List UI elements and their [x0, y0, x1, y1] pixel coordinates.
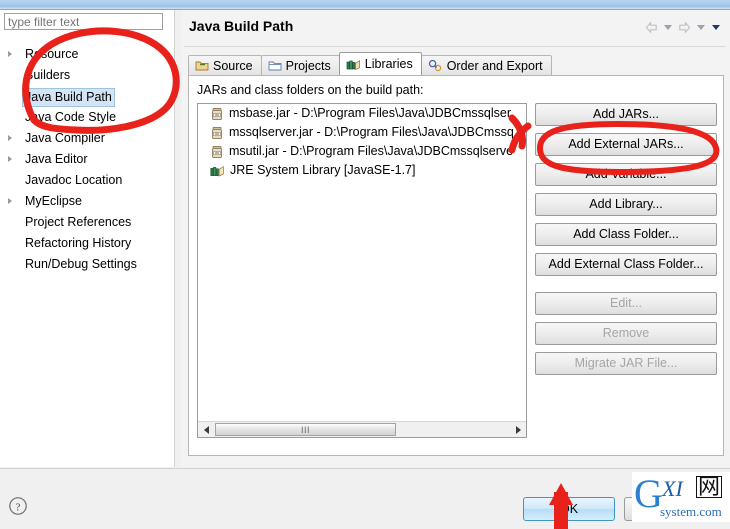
tab-label: Projects — [285, 58, 331, 73]
settings-tree[interactable]: Resource Builders Java Build Path Java Code… — [0, 44, 174, 275]
settings-sidebar: Resource Builders Java Build Path Java Code… — [0, 10, 175, 467]
tab-projects[interactable]: Projects — [260, 55, 340, 75]
view-menu-chevron-down-icon[interactable] — [712, 25, 720, 30]
sidebar-item-label: Builders — [25, 68, 71, 82]
list-item-label: mssqlserver.jar - D:\Program Files\Java\… — [229, 125, 514, 139]
svg-text:oio: oio — [215, 151, 220, 155]
ok-button[interactable]: OK — [523, 497, 615, 521]
sidebar-item-label: MyEclipse — [25, 194, 82, 208]
expand-triangle-icon[interactable] — [8, 135, 12, 141]
filter-input[interactable] — [4, 13, 163, 30]
eclipse-properties-dialog: Resource Builders Java Build Path Java Code… — [0, 0, 730, 529]
list-item-label: JRE System Library [JavaSE-1.7] — [230, 163, 416, 177]
tab-libraries[interactable]: Libraries — [338, 52, 422, 75]
forward-history-chevron-down-icon[interactable] — [697, 25, 705, 30]
scrollbar-thumb[interactable]: III — [215, 423, 396, 436]
sidebar-item-refactoring-history[interactable]: Refactoring History — [0, 233, 174, 254]
dialog-footer: ? OK — [0, 469, 730, 529]
expand-triangle-icon[interactable] — [8, 51, 12, 57]
sidebar-item-label: Java Build Path — [22, 88, 115, 107]
sidebar-item-builders[interactable]: Builders — [0, 65, 174, 86]
expand-triangle-icon[interactable] — [8, 156, 12, 162]
sidebar-item-project-references[interactable]: Project References — [0, 212, 174, 233]
svg-text:oio: oio — [215, 113, 220, 117]
projects-folder-icon — [268, 59, 282, 72]
sidebar-item-run-debug-settings[interactable]: Run/Debug Settings — [0, 254, 174, 275]
add-external-jars-button[interactable]: Add External JARs... — [535, 133, 717, 156]
add-jars-button[interactable]: Add JARs... — [535, 103, 717, 126]
sidebar-item-myeclipse[interactable]: MyEclipse — [0, 191, 174, 212]
migrate-jar-file-button: Migrate JAR File... — [535, 352, 717, 375]
add-variable-button[interactable]: Add Variable... — [535, 163, 717, 186]
jar-icon: oio — [212, 126, 222, 139]
tab-label: Order and Export — [446, 58, 543, 73]
svg-text:?: ? — [16, 502, 21, 514]
sidebar-item-label: Java Compiler — [25, 131, 105, 145]
sidebar-item-label: Refactoring History — [25, 236, 132, 250]
jar-icon: oio — [212, 107, 222, 120]
sidebar-item-java-compiler[interactable]: Java Compiler — [0, 128, 174, 149]
libraries-panel-label: JARs and class folders on the build path… — [197, 83, 424, 97]
add-library-button[interactable]: Add Library... — [535, 193, 717, 216]
sidebar-item-java-build-path[interactable]: Java Build Path — [0, 86, 174, 107]
java-build-path-panel: Java Build Path Source Projects Libraries O… — [182, 10, 730, 467]
watermark-cn-glyph: 网 — [696, 474, 723, 499]
libraries-tab-panel: JARs and class folders on the build path… — [188, 75, 724, 456]
sidebar-item-label: Resource — [25, 47, 79, 61]
source-folder-icon — [195, 59, 209, 72]
remove-button: Remove — [535, 322, 717, 345]
list-item[interactable]: oio mssqlserver.jar - D:\Program Files\Ja… — [198, 123, 526, 142]
scroll-right-arrow-icon[interactable] — [510, 422, 526, 437]
tab-label: Libraries — [364, 57, 413, 71]
horizontal-scrollbar[interactable]: III — [198, 421, 526, 437]
title-divider — [184, 46, 726, 47]
libraries-books-icon — [346, 58, 361, 71]
list-item[interactable]: oio msbase.jar - D:\Program Files\Java\JD… — [198, 104, 526, 123]
watermark-subtitle: system.com — [660, 504, 722, 519]
sidebar-item-resource[interactable]: Resource — [0, 44, 174, 65]
watermark: G XI 网 system.com — [632, 472, 730, 522]
sidebar-item-label: Run/Debug Settings — [25, 257, 137, 271]
svg-text:oio: oio — [215, 132, 220, 136]
dialog-body: Resource Builders Java Build Path Java Code… — [0, 10, 730, 529]
sidebar-item-java-editor[interactable]: Java Editor — [0, 149, 174, 170]
watermark-middle: XI — [662, 476, 683, 501]
jar-list[interactable]: oio msbase.jar - D:\Program Files\Java\JD… — [197, 103, 527, 438]
help-question-icon[interactable]: ? — [8, 496, 28, 516]
back-arrow-icon[interactable] — [644, 20, 659, 35]
nav-icon-group — [644, 20, 722, 35]
scroll-left-arrow-icon[interactable] — [198, 422, 214, 437]
add-external-class-folder-button[interactable]: Add External Class Folder... — [535, 253, 717, 276]
add-class-folder-button[interactable]: Add Class Folder... — [535, 223, 717, 246]
sidebar-item-label: Java Code Style — [25, 110, 117, 124]
tab-bar: Source Projects Libraries Order and Export — [188, 52, 552, 75]
sidebar-item-label: Java Editor — [25, 152, 88, 166]
window-titlebar — [0, 0, 730, 10]
tab-source[interactable]: Source — [188, 55, 262, 75]
sidebar-item-java-code-style[interactable]: Java Code Style — [0, 107, 174, 128]
expand-triangle-icon[interactable] — [8, 198, 12, 204]
jre-library-icon — [210, 165, 224, 177]
library-action-buttons: Add JARs... Add External JARs... Add Varia… — [535, 103, 717, 382]
list-item[interactable]: JRE System Library [JavaSE-1.7] — [198, 161, 526, 180]
edit-button: Edit... — [535, 292, 717, 315]
jar-icon: oio — [212, 145, 222, 158]
order-export-icon — [428, 59, 443, 72]
page-title: Java Build Path — [189, 18, 294, 34]
sidebar-item-label: Project References — [25, 215, 132, 229]
tab-order-and-export[interactable]: Order and Export — [420, 55, 552, 75]
tab-label: Source — [213, 58, 253, 73]
list-item-label: msbase.jar - D:\Program Files\Java\JDBCm… — [229, 106, 512, 120]
watermark-letter: G — [634, 471, 663, 516]
list-item[interactable]: oio msutil.jar - D:\Program Files\Java\JD… — [198, 142, 526, 161]
back-history-chevron-down-icon[interactable] — [664, 25, 672, 30]
sidebar-item-label: Javadoc Location — [25, 173, 123, 187]
forward-arrow-icon[interactable] — [677, 20, 692, 35]
sidebar-item-javadoc-location[interactable]: Javadoc Location — [0, 170, 174, 191]
list-item-label: msutil.jar - D:\Program Files\Java\JDBCm… — [229, 144, 514, 158]
jar-list-rows: oio msbase.jar - D:\Program Files\Java\JD… — [198, 104, 526, 180]
